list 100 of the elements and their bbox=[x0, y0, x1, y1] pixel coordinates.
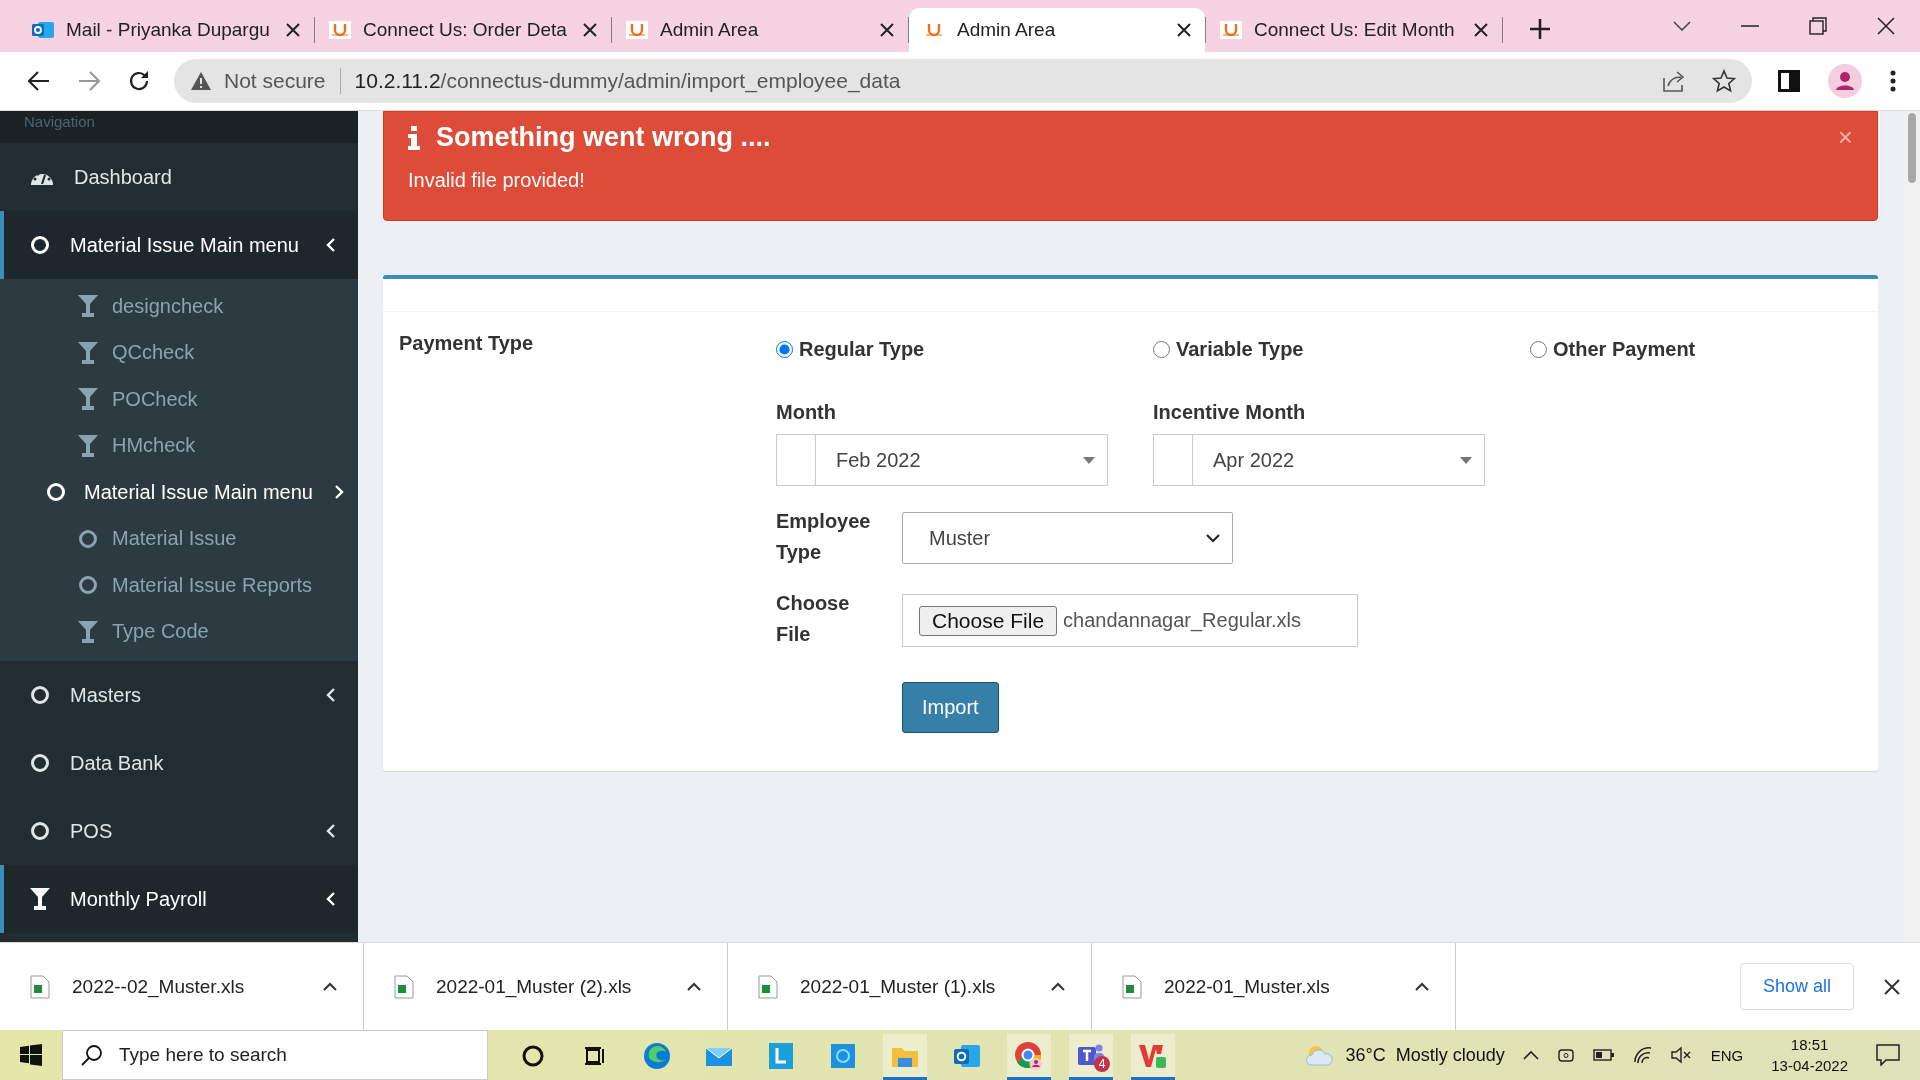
month-select[interactable]: Apr 2022 bbox=[1153, 434, 1485, 486]
star-icon[interactable] bbox=[1712, 69, 1736, 93]
sidebar-subitem[interactable]: Material Issue Main menu bbox=[0, 469, 358, 516]
sidebar-item[interactable]: Material Issue Main menu bbox=[0, 211, 358, 279]
close-icon[interactable] bbox=[583, 23, 597, 37]
sidebar-item[interactable]: Data Bank bbox=[0, 729, 358, 797]
security-label[interactable]: Not secure bbox=[224, 69, 326, 93]
filter-icon bbox=[78, 388, 98, 411]
field-label: Payment Type bbox=[399, 332, 534, 355]
dropdown-caret-icon bbox=[1460, 456, 1472, 464]
browser-app-icon[interactable] bbox=[1007, 1034, 1051, 1080]
filter-icon bbox=[78, 620, 98, 643]
alert-title: Something went wrong .... bbox=[436, 122, 771, 153]
profile-icon[interactable] bbox=[1828, 64, 1862, 98]
url-host: 10.2.11.2 bbox=[354, 69, 441, 92]
import-button[interactable]: Import bbox=[902, 682, 999, 733]
circle-icon bbox=[30, 821, 50, 841]
close-icon[interactable] bbox=[1474, 23, 1488, 37]
chevron-up-icon[interactable] bbox=[1522, 1050, 1539, 1060]
close-icon[interactable] bbox=[1877, 17, 1895, 35]
nav-header: Navigation bbox=[24, 113, 95, 130]
file-name: chandannagar_Regular.xls bbox=[1063, 609, 1301, 632]
radio-button[interactable] bbox=[776, 341, 793, 358]
sidebar-subitem[interactable]: HMcheck bbox=[0, 422, 358, 469]
browser-tab[interactable]: Admin Area bbox=[612, 8, 908, 52]
cloud-icon bbox=[1305, 1044, 1336, 1066]
close-icon[interactable] bbox=[286, 23, 300, 37]
radio-label: Regular Type bbox=[799, 338, 925, 361]
sidebar-subitem[interactable]: Material Issue Reports bbox=[0, 562, 358, 609]
browser-tab[interactable]: Admin Area bbox=[909, 8, 1205, 52]
search-field[interactable]: Type here to search bbox=[62, 1030, 488, 1080]
spreadsheet-file-icon bbox=[30, 974, 50, 999]
filter-icon bbox=[78, 295, 98, 318]
chevron-up-icon[interactable] bbox=[1051, 982, 1065, 991]
sidebar-item[interactable]: Dashboard bbox=[0, 143, 358, 211]
address-bar[interactable]: Not secure 10.2.11.2/connectus-dummy/admin/import_employee_data bbox=[174, 59, 1752, 103]
more-icon[interactable] bbox=[1890, 70, 1896, 92]
circle-icon bbox=[30, 685, 50, 705]
restore-icon[interactable] bbox=[1809, 17, 1827, 35]
show-all-button[interactable]: Show all bbox=[1739, 963, 1854, 1010]
wifi-icon[interactable] bbox=[1632, 1046, 1653, 1064]
field-label: Choose File bbox=[776, 591, 851, 647]
filter-icon bbox=[30, 888, 50, 910]
sidebar-item[interactable]: Monthly Payroll bbox=[0, 865, 358, 933]
sidebar-subitem[interactable]: Type Code bbox=[0, 608, 358, 655]
windows-start-icon[interactable] bbox=[20, 1044, 42, 1066]
circle-icon bbox=[30, 235, 50, 255]
site-logo-icon bbox=[329, 20, 351, 40]
new-tab-icon[interactable] bbox=[1529, 18, 1551, 40]
choose-file-button[interactable]: Choose File bbox=[919, 605, 1058, 636]
language-indicator[interactable]: ENG bbox=[1710, 1046, 1744, 1064]
clock[interactable]: 18:51 13-04-2022 bbox=[1771, 1034, 1848, 1076]
circle-icon bbox=[78, 528, 98, 549]
chevron-up-icon[interactable] bbox=[1415, 982, 1429, 991]
forward-icon[interactable] bbox=[78, 71, 100, 91]
chevron-up-icon[interactable] bbox=[323, 982, 337, 991]
radio-label: Other Payment bbox=[1553, 338, 1696, 361]
chevron-down-icon[interactable] bbox=[1673, 21, 1691, 31]
chevron-up-icon[interactable] bbox=[687, 982, 701, 991]
back-icon[interactable] bbox=[28, 71, 50, 91]
sidebar-subitem[interactable]: designcheck bbox=[0, 283, 358, 330]
sidebar-item[interactable]: POS bbox=[0, 797, 358, 865]
weather-widget[interactable]: 36°C Mostly cloudy bbox=[1305, 1044, 1505, 1066]
sidebar-subitem[interactable]: Material Issue bbox=[0, 515, 358, 562]
share-icon[interactable] bbox=[1662, 70, 1686, 92]
employee-type-select[interactable]: Muster bbox=[902, 512, 1233, 564]
battery-icon[interactable] bbox=[1592, 1048, 1615, 1062]
radio-button[interactable] bbox=[1153, 341, 1170, 358]
spreadsheet-file-icon bbox=[758, 974, 778, 999]
alert-message: Invalid file provided! bbox=[408, 169, 585, 192]
side-panel-icon[interactable] bbox=[1778, 70, 1800, 92]
field-label: Incentive Month bbox=[1153, 401, 1306, 424]
speaker-muted-icon[interactable] bbox=[1670, 1046, 1693, 1064]
dropdown-caret-icon bbox=[1083, 456, 1095, 464]
close-icon[interactable] bbox=[1884, 978, 1900, 995]
notification-icon[interactable] bbox=[1876, 1044, 1900, 1066]
circle-icon bbox=[78, 575, 98, 596]
field-label: Month bbox=[776, 401, 836, 424]
sidebar-subitem[interactable]: QCcheck bbox=[0, 329, 358, 376]
close-icon[interactable] bbox=[880, 23, 894, 37]
teams-app-icon[interactable] bbox=[1069, 1034, 1113, 1080]
close-icon[interactable] bbox=[1177, 23, 1191, 37]
reload-icon[interactable] bbox=[128, 70, 150, 92]
site-logo-icon bbox=[1220, 20, 1242, 40]
filter-icon bbox=[78, 434, 98, 457]
radio-button[interactable] bbox=[1530, 341, 1547, 358]
browser-tab[interactable]: Mail - Priyanka Dupargu bbox=[18, 8, 314, 52]
camera-icon[interactable] bbox=[1556, 1046, 1575, 1064]
explorer-app-icon[interactable] bbox=[883, 1034, 927, 1080]
browser-tab[interactable]: Connect Us: Edit Month bbox=[1206, 8, 1502, 52]
sidebar-item[interactable]: Masters bbox=[0, 661, 358, 729]
scrollbar-thumb[interactable] bbox=[1908, 113, 1916, 183]
browser-tab[interactable]: Connect Us: Order Deta bbox=[315, 8, 611, 52]
field-label: Employee Type bbox=[776, 509, 872, 565]
wps-app-icon[interactable] bbox=[1131, 1034, 1175, 1080]
sidebar-subitem[interactable]: POCheck bbox=[0, 376, 358, 423]
month-select[interactable]: Feb 2022 bbox=[776, 434, 1108, 486]
outlook-icon bbox=[32, 20, 54, 40]
notification-badge: 4 bbox=[1094, 1056, 1110, 1072]
search-placeholder: Type here to search bbox=[119, 1044, 287, 1066]
